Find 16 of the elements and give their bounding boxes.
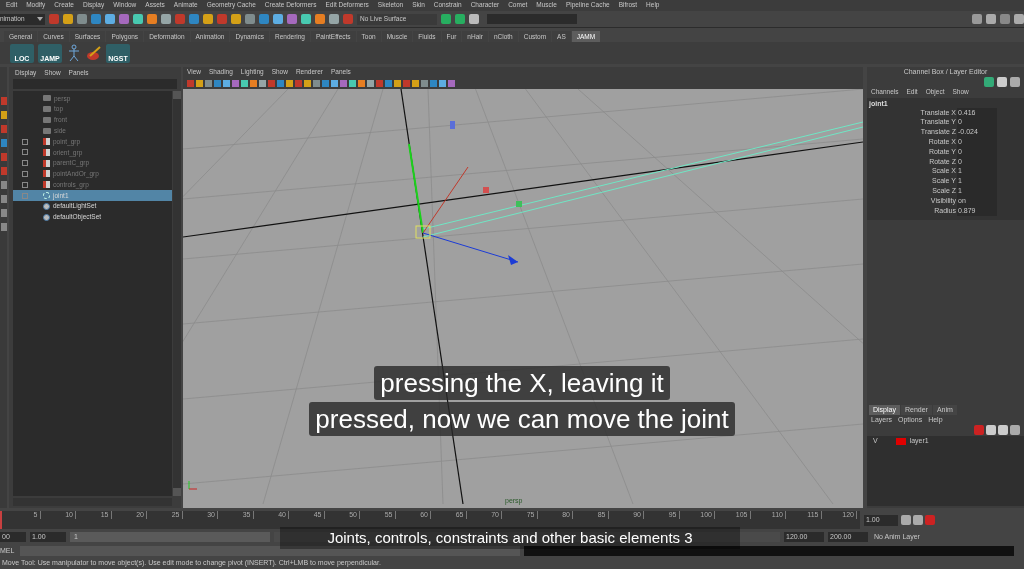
input-field[interactable]	[487, 14, 577, 24]
skeleton-icon[interactable]	[66, 44, 82, 62]
paintbrush-icon[interactable]	[86, 45, 102, 61]
caret-icon	[37, 17, 43, 21]
subtitle-caption: pressing the X, leaving it	[374, 366, 670, 400]
layer-color-swatch[interactable]	[895, 438, 906, 445]
scrollbar[interactable]	[173, 91, 181, 496]
expand-icon[interactable]	[22, 170, 28, 177]
expand-icon[interactable]	[22, 160, 28, 167]
subtitle-caption: pressed, now we can move the joint	[309, 402, 735, 436]
expand-icon[interactable]	[22, 181, 28, 188]
expand-icon[interactable]	[22, 138, 28, 145]
video-title: Joints, controls, constraints and other basic elements 3	[280, 527, 740, 549]
command-input[interactable]	[20, 546, 520, 556]
expand-icon[interactable]	[22, 149, 28, 156]
axis-gizmo-icon	[188, 480, 198, 490]
